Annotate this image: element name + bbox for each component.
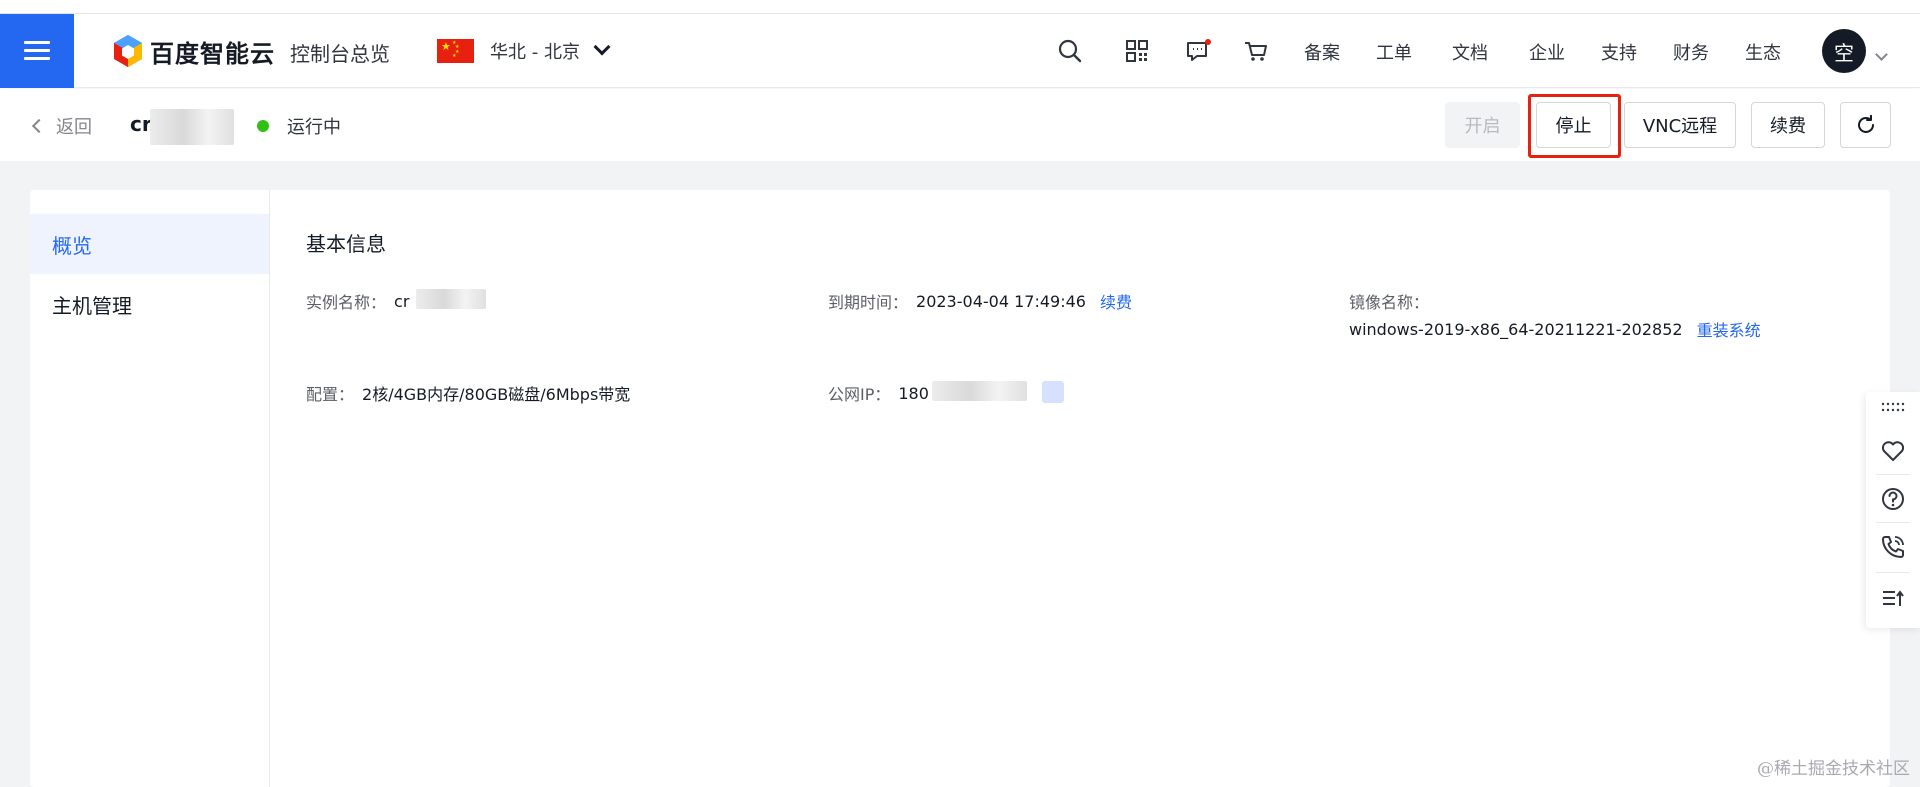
region-selector[interactable]: ★ ★ ★ ★ ★ 华北 - 北京 <box>437 38 611 64</box>
back-to-top-icon[interactable] <box>1880 586 1906 612</box>
apps-grid-icon[interactable] <box>1124 38 1150 64</box>
brand-name: 百度智能云 <box>150 39 275 68</box>
config-value: 2核/4GB内存/80GB磁盘/6Mbps带宽 <box>362 385 631 404</box>
floating-toolbar <box>1866 392 1920 628</box>
window-top-edge <box>0 0 1920 14</box>
sidebar-item-overview[interactable]: 概览 <box>30 214 269 274</box>
cart-icon[interactable] <box>1243 38 1269 64</box>
instance-header: 返回 cr 运行中 开启 停止 VNC远程 续费 <box>0 89 1920 161</box>
public-ip-key: 公网IP： <box>828 385 891 404</box>
sidebar-item-host-management[interactable]: 主机管理 <box>30 274 269 334</box>
nav-link-support[interactable]: 支持 <box>1601 39 1637 65</box>
console-overview-link[interactable]: 控制台总览 <box>290 38 390 67</box>
start-button[interactable]: 开启 <box>1445 102 1520 148</box>
nav-link-ecosystem[interactable]: 生态 <box>1745 39 1781 65</box>
back-label: 返回 <box>56 117 92 138</box>
top-navbar: 百度智能云 控制台总览 ★ ★ ★ ★ ★ 华北 - 北京 备案 工单 文档 企… <box>0 14 1920 88</box>
image-name-key: 镜像名称： <box>1349 293 1430 312</box>
message-icon[interactable] <box>1185 38 1211 64</box>
help-icon[interactable] <box>1880 486 1906 512</box>
expire-time-field: 到期时间： 2023-04-04 17:49:46 续费 <box>828 289 1132 313</box>
instance-name-key: 实例名称： <box>306 293 387 312</box>
chevron-down-icon <box>593 38 611 56</box>
nav-link-beian[interactable]: 备案 <box>1304 39 1340 65</box>
baidu-cloud-logo-icon <box>114 35 142 67</box>
redacted-instance-name <box>150 109 234 145</box>
main-menu-button[interactable] <box>0 14 74 88</box>
avatar-chevron-down-icon[interactable] <box>1875 48 1888 61</box>
instance-title: cr <box>130 112 152 136</box>
instance-sidebar: 概览 主机管理 <box>30 190 270 787</box>
redacted-instance-name-value <box>416 289 486 309</box>
nav-link-finance[interactable]: 财务 <box>1673 39 1709 65</box>
brand-logo[interactable]: 百度智能云 <box>112 34 275 68</box>
stop-button[interactable]: 停止 <box>1536 102 1611 148</box>
search-icon[interactable] <box>1057 38 1083 64</box>
image-name-value-row: windows-2019-x86_64-20211221-202852 重装系统 <box>1349 317 1761 341</box>
config-key: 配置： <box>306 385 355 404</box>
image-name-value: windows-2019-x86_64-20211221-202852 <box>1349 319 1683 339</box>
public-ip-field: 公网IP： 180 <box>828 381 929 405</box>
instance-status: 运行中 <box>257 113 341 139</box>
nav-link-ticket[interactable]: 工单 <box>1376 39 1412 65</box>
reinstall-system-link[interactable]: 重装系统 <box>1697 317 1761 341</box>
nav-link-enterprise[interactable]: 企业 <box>1529 39 1565 65</box>
vnc-remote-button[interactable]: VNC远程 <box>1624 102 1736 148</box>
refresh-icon <box>1857 114 1874 133</box>
status-dot-icon <box>257 120 269 132</box>
nav-link-docs[interactable]: 文档 <box>1452 39 1488 65</box>
expire-time-value: 2023-04-04 17:49:46 <box>916 291 1086 311</box>
public-ip-value: 180 <box>898 383 929 403</box>
status-label: 运行中 <box>287 117 341 138</box>
expire-renew-link[interactable]: 续费 <box>1100 289 1132 313</box>
renew-button[interactable]: 续费 <box>1751 102 1825 148</box>
redacted-public-ip <box>932 381 1027 401</box>
instance-name-field: 实例名称： cr <box>306 289 409 313</box>
chevron-left-icon <box>31 118 47 134</box>
user-avatar[interactable]: 空 <box>1822 29 1866 73</box>
phone-contact-icon[interactable] <box>1880 534 1906 560</box>
config-field: 配置： 2核/4GB内存/80GB磁盘/6Mbps带宽 <box>306 381 630 405</box>
drag-handle-icon[interactable] <box>1880 400 1906 414</box>
region-label: 华北 - 北京 <box>490 42 580 63</box>
favorite-heart-icon[interactable] <box>1880 438 1906 464</box>
expire-time-key: 到期时间： <box>828 293 909 312</box>
instance-name-value: cr <box>394 291 410 311</box>
basic-info-title: 基本信息 <box>306 232 386 256</box>
back-button[interactable]: 返回 <box>31 113 92 139</box>
image-name-field: 镜像名称： <box>1349 289 1429 313</box>
watermark: @稀土掘金技术社区 <box>1757 759 1910 779</box>
copy-ip-icon[interactable] <box>1042 381 1064 403</box>
hamburger-icon <box>24 41 50 61</box>
china-flag-icon: ★ ★ ★ ★ ★ <box>437 39 474 63</box>
content-panel <box>30 190 1890 787</box>
refresh-button[interactable] <box>1840 102 1891 148</box>
